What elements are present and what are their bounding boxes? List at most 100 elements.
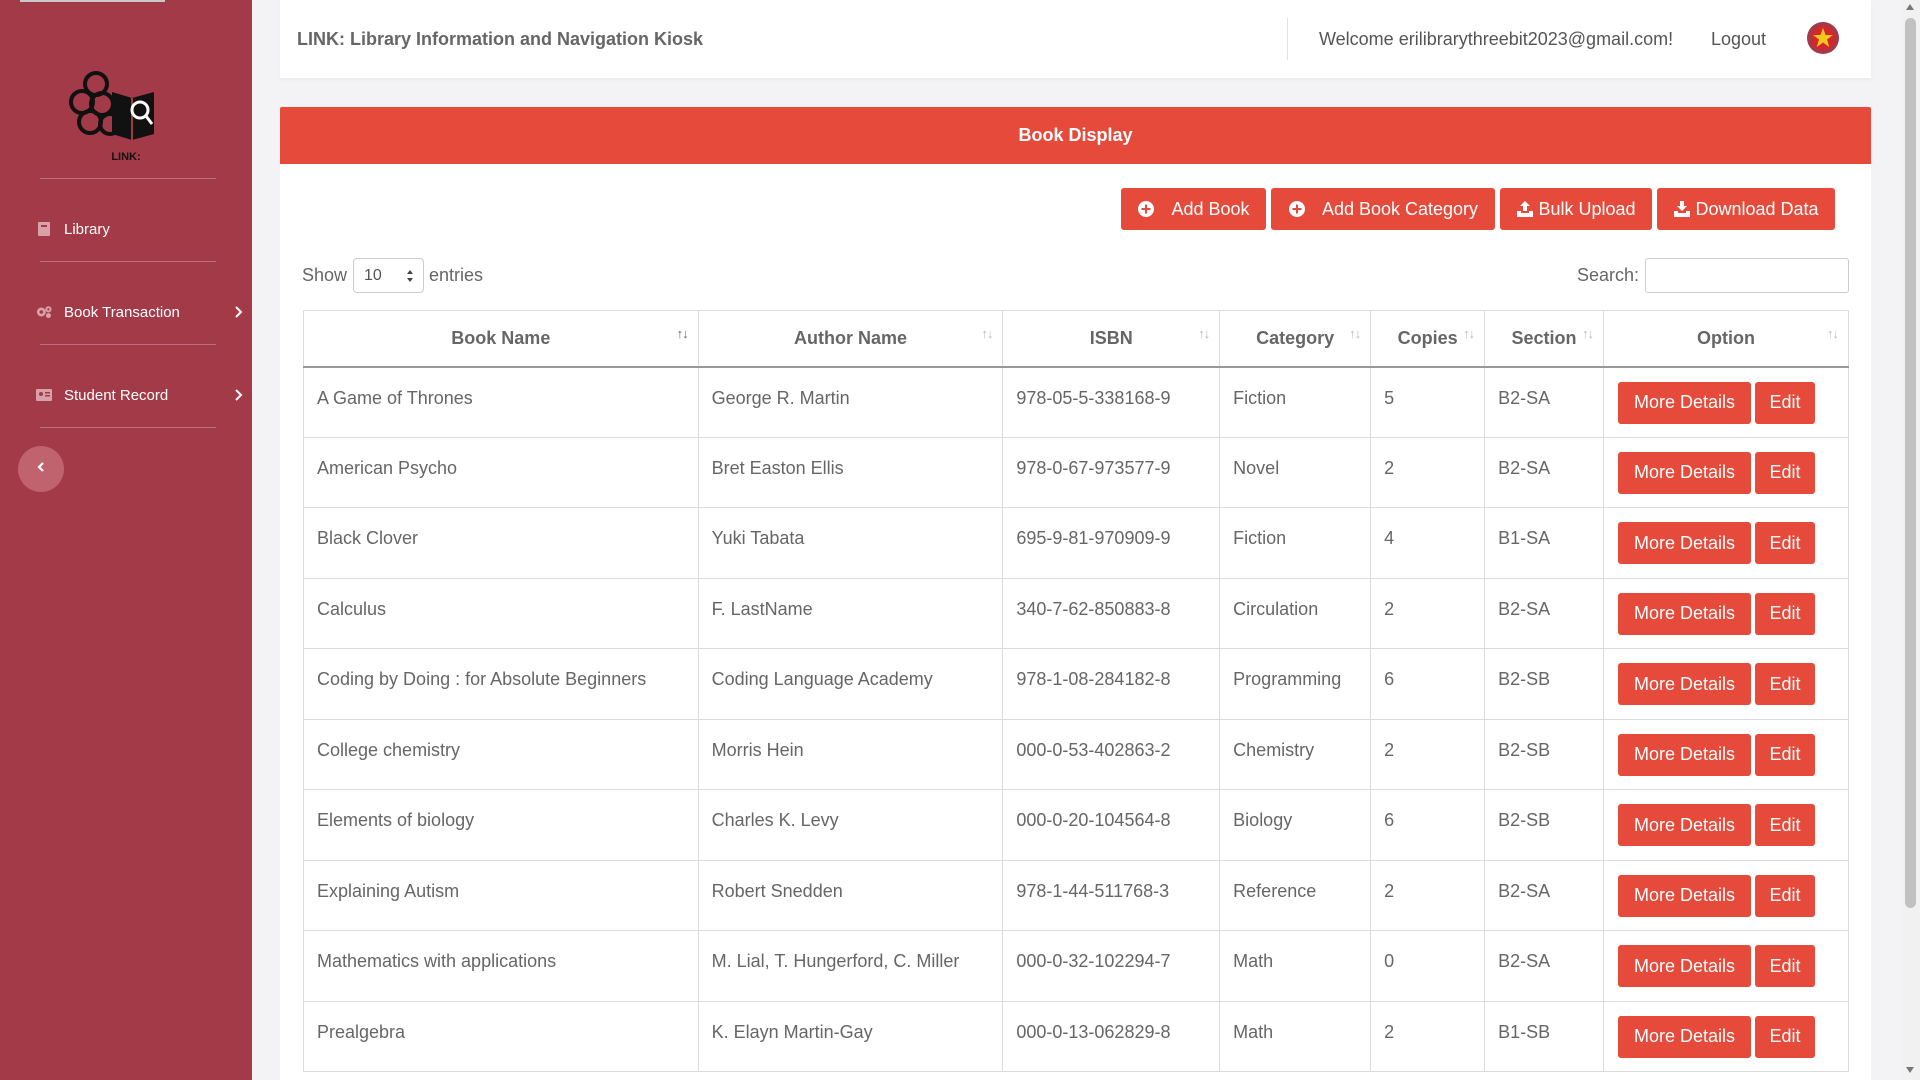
- edit-button[interactable]: Edit: [1754, 1015, 1815, 1058]
- add-book-button[interactable]: Add Book: [1121, 188, 1266, 230]
- avatar[interactable]: [1806, 21, 1840, 55]
- cell-category: Programming: [1219, 648, 1372, 720]
- edit-button[interactable]: Edit: [1754, 381, 1815, 424]
- more-details-button[interactable]: More Details: [1617, 592, 1751, 635]
- edit-button[interactable]: Edit: [1754, 733, 1815, 776]
- download-icon: [1673, 200, 1691, 218]
- cell-section: B2-SA: [1484, 436, 1604, 508]
- more-details-button[interactable]: More Details: [1617, 804, 1751, 846]
- gears-icon: [36, 305, 52, 319]
- table-row: Coding by Doing : for Absolute Beginners…: [303, 648, 1850, 720]
- cell-author-name: Coding Language Academy: [697, 648, 1004, 720]
- chevron-right-icon: [230, 387, 246, 403]
- books-table: Book Name ↑↓ Author Name ↑↓ ISBN ↑↓ Categor…: [303, 310, 1850, 1072]
- sidebar-divider: [40, 178, 216, 179]
- cell-section: B1-SB: [1484, 1000, 1604, 1072]
- top-navbar: LINK: Library Information and Navigation…: [280, 0, 1871, 78]
- cell-copies: 2: [1370, 859, 1486, 931]
- add-book-category-button[interactable]: Add Book Category: [1271, 188, 1495, 230]
- cell-copies: 0: [1370, 930, 1486, 1002]
- edit-button[interactable]: Edit: [1754, 945, 1815, 987]
- cell-isbn: 000-0-20-104564-8: [1002, 789, 1221, 861]
- sort-icon: ↑↓: [1827, 326, 1839, 341]
- cell-option: More Details Edit: [1602, 1000, 1850, 1072]
- cell-isbn: 695-9-81-970909-9: [1002, 507, 1221, 579]
- cell-option: More Details Edit: [1602, 577, 1850, 649]
- cell-copies: 2: [1370, 718, 1486, 790]
- column-header-isbn[interactable]: ISBN ↑↓: [1002, 310, 1221, 368]
- logout-link[interactable]: Logout: [1711, 29, 1766, 50]
- bulk-upload-button[interactable]: Bulk Upload: [1500, 188, 1652, 230]
- sidebar-item-library[interactable]: Library: [36, 211, 252, 247]
- more-details-button[interactable]: More Details: [1617, 1015, 1751, 1058]
- cell-category: Fiction: [1219, 366, 1372, 438]
- page-scrollbar[interactable]: [1901, 0, 1920, 1080]
- cell-author-name: Bret Easton Ellis: [697, 436, 1004, 508]
- column-header-book-name[interactable]: Book Name ↑↓: [303, 310, 699, 368]
- more-details-button[interactable]: More Details: [1617, 945, 1751, 987]
- search-input[interactable]: [1645, 258, 1849, 293]
- cell-author-name: Robert Snedden: [697, 859, 1004, 931]
- column-header-author-name[interactable]: Author Name ↑↓: [697, 310, 1004, 368]
- cell-section: B2-SB: [1484, 789, 1604, 861]
- chevron-right-icon: [230, 304, 246, 320]
- cell-category: Novel: [1219, 436, 1372, 508]
- edit-button[interactable]: Edit: [1754, 592, 1815, 635]
- cell-author-name: Yuki Tabata: [697, 507, 1004, 579]
- cell-author-name: F. LastName: [697, 577, 1004, 649]
- sidebar-item-book-transaction[interactable]: Book Transaction: [36, 294, 252, 330]
- cell-isbn: 978-05-5-338168-9: [1002, 366, 1221, 438]
- sidebar-collapse-button[interactable]: [18, 446, 64, 492]
- cell-copies: 6: [1370, 789, 1486, 861]
- panel-title: Book Display: [280, 107, 1871, 164]
- scrollbar-thumb[interactable]: [1905, 18, 1916, 908]
- cell-isbn: 978-1-08-284182-8: [1002, 648, 1221, 720]
- cell-category: Chemistry: [1219, 718, 1372, 790]
- more-details-button[interactable]: More Details: [1617, 381, 1751, 424]
- sidebar-divider: [40, 427, 216, 428]
- download-data-button[interactable]: Download Data: [1657, 188, 1835, 230]
- more-details-button[interactable]: More Details: [1617, 874, 1751, 917]
- entries-value: 10: [364, 266, 382, 284]
- column-header-option[interactable]: Option ↑↓: [1602, 310, 1850, 368]
- edit-button[interactable]: Edit: [1754, 874, 1815, 917]
- plus-circle-icon: [1137, 200, 1155, 218]
- cell-book-name: American Psycho: [303, 436, 699, 508]
- sort-icon: ↑↓: [1581, 326, 1594, 341]
- cell-option: More Details Edit: [1602, 648, 1850, 720]
- scroll-up-arrow-icon[interactable]: [1906, 4, 1914, 10]
- column-header-section[interactable]: Section ↑↓: [1484, 310, 1604, 368]
- cell-author-name: K. Elayn Martin-Gay: [697, 1000, 1004, 1072]
- cell-option: More Details Edit: [1602, 859, 1850, 931]
- more-details-button[interactable]: More Details: [1617, 663, 1751, 705]
- cell-category: Biology: [1219, 789, 1372, 861]
- cell-section: B1-SA: [1484, 507, 1604, 579]
- cell-copies: 2: [1370, 577, 1486, 649]
- sort-asc-icon: ↑↓: [676, 326, 689, 341]
- cell-option: More Details Edit: [1602, 930, 1850, 1002]
- cell-book-name: Calculus: [303, 577, 699, 649]
- id-card-icon: [36, 388, 52, 402]
- sidebar-divider: [40, 261, 216, 262]
- cell-copies: 6: [1370, 648, 1486, 720]
- cell-copies: 4: [1370, 507, 1486, 579]
- edit-button[interactable]: Edit: [1754, 663, 1815, 705]
- add-book-label: Add Book: [1171, 198, 1250, 219]
- sidebar-item-student-record[interactable]: Student Record: [36, 377, 252, 413]
- star-badge-icon: [1807, 22, 1839, 54]
- sidebar-divider: [40, 344, 216, 345]
- more-details-button[interactable]: More Details: [1617, 733, 1751, 776]
- column-header-copies[interactable]: Copies ↑↓: [1370, 310, 1486, 368]
- more-details-button[interactable]: More Details: [1617, 522, 1751, 564]
- edit-button[interactable]: Edit: [1754, 522, 1815, 564]
- sidebar-item-label: Book Transaction: [64, 303, 180, 321]
- entries-per-page-select[interactable]: 10: [353, 258, 424, 293]
- edit-button[interactable]: Edit: [1754, 804, 1815, 846]
- more-details-button[interactable]: More Details: [1617, 451, 1751, 494]
- edit-button[interactable]: Edit: [1754, 451, 1815, 494]
- column-header-category[interactable]: Category ↑↓: [1219, 310, 1372, 368]
- scroll-down-arrow-icon[interactable]: [1906, 1067, 1914, 1073]
- cell-option: More Details Edit: [1602, 789, 1850, 861]
- cell-category: Math: [1219, 930, 1372, 1002]
- book-icon: [36, 222, 52, 236]
